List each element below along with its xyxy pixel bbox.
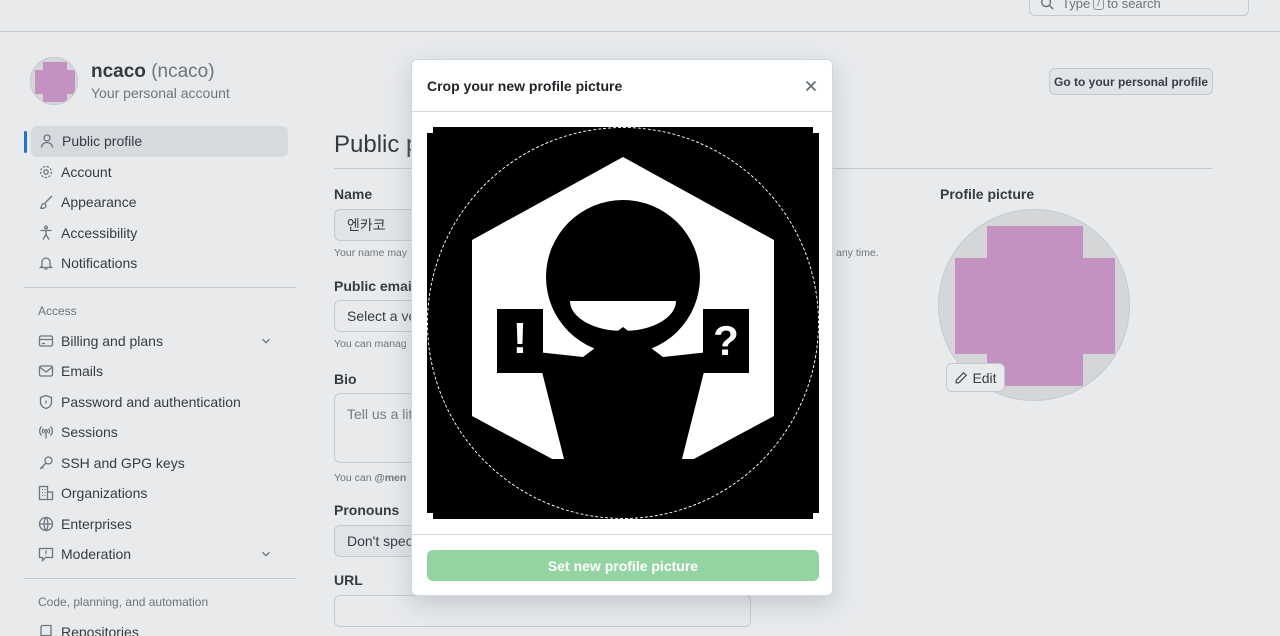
crop-handle-top-right[interactable] <box>813 127 819 133</box>
crop-area[interactable]: ! ? <box>427 127 819 519</box>
dialog-footer-divider <box>412 534 832 535</box>
crop-handle-top-left[interactable] <box>427 127 433 133</box>
close-icon[interactable] <box>802 77 820 95</box>
crop-selection-circle[interactable] <box>427 127 819 519</box>
crop-handle-bottom-left[interactable] <box>427 513 433 519</box>
dialog-header: Crop your new profile picture <box>412 60 832 112</box>
dialog-title: Crop your new profile picture <box>427 77 623 94</box>
set-profile-picture-button[interactable]: Set new profile picture <box>427 550 819 581</box>
crop-handle-bottom-right[interactable] <box>813 513 819 519</box>
crop-dialog: Crop your new profile picture ! ? Set ne… <box>411 59 833 596</box>
